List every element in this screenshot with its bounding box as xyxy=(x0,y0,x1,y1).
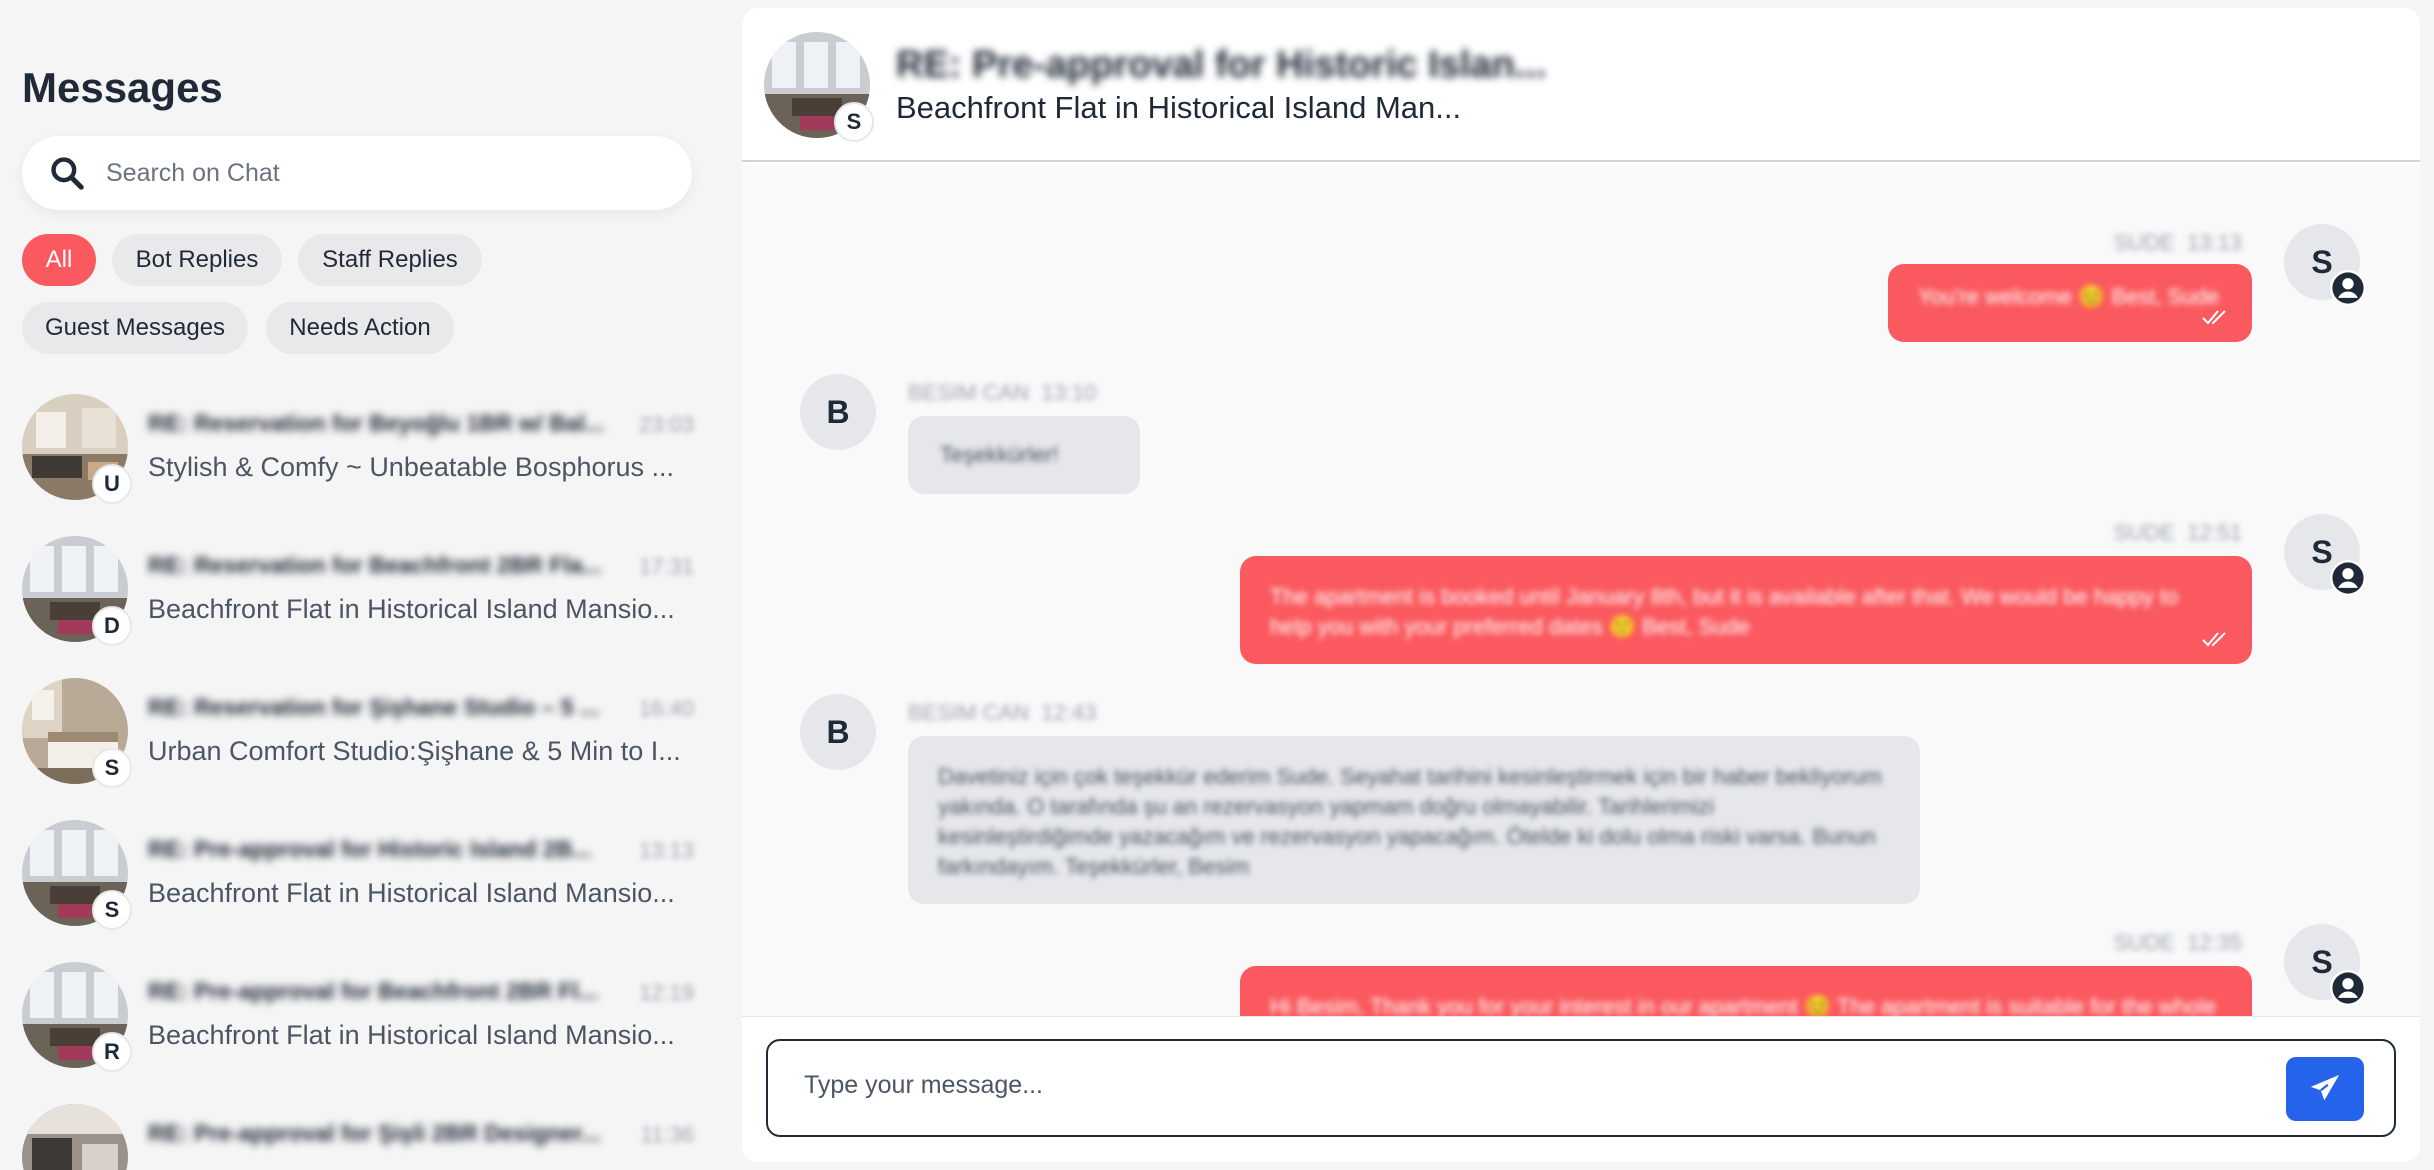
listing-avatar: U xyxy=(22,394,132,504)
conversation-title: RE: Reservation for Beyoğlu 1BR w/ Bal..… xyxy=(148,410,605,436)
chat-title: RE: Pre-approval for Historic Islan... xyxy=(896,44,1547,86)
assignee-badge: R xyxy=(92,1032,132,1072)
conversation-time: 17:31 xyxy=(638,554,694,579)
conversation-listing: Beachfront Flat in Historical Island Man… xyxy=(148,1020,675,1050)
search-bar[interactable] xyxy=(22,136,692,210)
conversation-listing: Urban Comfort Studio:Şişhane & 5 Min to … xyxy=(148,736,681,766)
sender-avatar: S xyxy=(2284,924,2366,1006)
sender-avatar: B xyxy=(800,374,876,450)
filter-bot-replies[interactable]: Bot Replies xyxy=(112,234,282,286)
outgoing-message: You're welcome 😊 Best, Sude xyxy=(1888,264,2252,342)
message-meta: BESIM CAN 12:43 xyxy=(908,700,1096,726)
double-check-icon xyxy=(2202,310,2226,325)
message-meta: SUDE 12:35 xyxy=(2114,930,2242,956)
assignee-badge: D xyxy=(92,606,132,646)
listing-thumbnail xyxy=(22,1104,128,1170)
chat-panel: S RE: Pre-approval for Historic Islan...… xyxy=(742,8,2420,1162)
composer-area xyxy=(742,1016,2420,1162)
conversation-title: RE: Pre-approval for Historic Island 2B.… xyxy=(148,836,592,862)
conversation-item[interactable]: R RE: Pre-approval for Beachfront 2BR Fl… xyxy=(22,962,694,1072)
conversation-title: RE: Pre-approval for Şişli 2BR Designer.… xyxy=(148,1120,601,1146)
paper-plane-icon xyxy=(2310,1074,2340,1101)
conversation-time: 13:13 xyxy=(638,838,694,863)
message-text: Hi Besim, Thank you for your interest in… xyxy=(1270,994,2217,1016)
listing-avatar: S xyxy=(764,32,874,142)
message-time: 13:10 xyxy=(1041,380,1097,405)
listing-avatar: S xyxy=(22,678,132,788)
assignee-badge: S xyxy=(92,890,132,930)
conversation-title: RE: Reservation for Şişhane Studio – 5 .… xyxy=(148,694,600,720)
listing-avatar: D xyxy=(22,536,132,646)
conversation-time: 16:40 xyxy=(638,696,694,721)
assignee-badge: S xyxy=(92,748,132,788)
assignee-badge: U xyxy=(92,464,132,504)
message-meta: SUDE 13:13 xyxy=(2114,230,2242,256)
assignee-badge: S xyxy=(834,102,874,142)
message-time: 13:13 xyxy=(2186,230,2242,255)
message-meta: BESIM CAN 13:10 xyxy=(908,380,1096,406)
conversation-time: 11:36 xyxy=(640,1122,694,1147)
conversation-listing: Beachfront Flat in Historical Island Man… xyxy=(148,878,675,908)
message-composer[interactable] xyxy=(766,1039,2396,1137)
message-time: 12:51 xyxy=(2186,520,2242,545)
listing-avatar xyxy=(22,1104,128,1170)
incoming-message: Teşekkürler! xyxy=(908,416,1140,494)
message-sender: BESIM CAN xyxy=(908,380,1030,405)
message-sender: SUDE xyxy=(2113,230,2175,255)
message-sender: SUDE xyxy=(2113,520,2175,545)
user-icon xyxy=(2330,560,2366,596)
sender-avatar: S xyxy=(2284,224,2366,306)
conversation-item[interactable]: U RE: Reservation for Beyoğlu 1BR w/ Bal… xyxy=(22,394,694,504)
conversation-item[interactable]: RE: Pre-approval for Şişli 2BR Designer.… xyxy=(22,1104,694,1170)
filter-all[interactable]: All xyxy=(22,234,96,286)
outgoing-message: Hi Besim, Thank you for your interest in… xyxy=(1240,966,2252,1016)
message-meta: SUDE 12:51 xyxy=(2114,520,2242,546)
conversation-item[interactable]: S RE: Pre-approval for Historic Island 2… xyxy=(22,820,694,930)
filter-staff-replies[interactable]: Staff Replies xyxy=(298,234,482,286)
outgoing-message: The apartment is booked until January 8t… xyxy=(1240,556,2252,664)
filter-needs-action[interactable]: Needs Action xyxy=(266,302,454,354)
search-icon xyxy=(51,157,84,190)
message-time: 12:35 xyxy=(2186,930,2242,955)
conversation-title: RE: Reservation for Beachfront 2BR Fla..… xyxy=(148,552,602,578)
message-thread[interactable]: SUDE 13:13 S You're welcome 😊 Best, Sude… xyxy=(742,164,2420,1016)
conversation-time: 12:19 xyxy=(638,980,694,1005)
message-sender: BESIM CAN xyxy=(908,700,1030,725)
user-icon xyxy=(2330,970,2366,1006)
conversation-item[interactable]: S RE: Reservation for Şişhane Studio – 5… xyxy=(22,678,694,788)
sender-avatar: S xyxy=(2284,514,2366,596)
message-text: The apartment is booked until January 8t… xyxy=(1270,584,2179,639)
conversation-time: 23:03 xyxy=(638,412,694,437)
double-check-icon xyxy=(2202,632,2226,647)
conversation-item[interactable]: D RE: Reservation for Beachfront 2BR Fla… xyxy=(22,536,694,646)
message-sender: SUDE xyxy=(2113,930,2175,955)
user-icon xyxy=(2330,270,2366,306)
send-button[interactable] xyxy=(2286,1057,2364,1121)
conversation-sidebar: Messages All Bot Replies Staff Replies G… xyxy=(0,0,716,1170)
message-text: Davetiniz için çok teşekkür ederim Sude.… xyxy=(938,764,1882,879)
filter-guest-messages[interactable]: Guest Messages xyxy=(22,302,248,354)
sender-avatar: B xyxy=(800,694,876,770)
listing-avatar: R xyxy=(22,962,132,1072)
incoming-message: Davetiniz için çok teşekkür ederim Sude.… xyxy=(908,736,1920,904)
sidebar-title: Messages xyxy=(22,64,223,111)
chat-header: S RE: Pre-approval for Historic Islan...… xyxy=(742,8,2420,162)
message-input[interactable] xyxy=(804,1071,2204,1100)
message-time: 12:43 xyxy=(1041,700,1097,725)
conversation-listing: Beachfront Flat in Historical Island Man… xyxy=(148,594,675,624)
search-input[interactable] xyxy=(106,158,666,188)
conversation-title: RE: Pre-approval for Beachfront 2BR Fl..… xyxy=(148,978,598,1004)
message-text: Teşekkürler! xyxy=(940,442,1059,467)
chat-listing-name: Beachfront Flat in Historical Island Man… xyxy=(896,90,1462,125)
conversation-listing: Stylish & Comfy ~ Unbeatable Bosphorus .… xyxy=(148,452,675,482)
message-text: You're welcome 😊 Best, Sude xyxy=(1918,284,2220,309)
listing-avatar: S xyxy=(22,820,132,930)
